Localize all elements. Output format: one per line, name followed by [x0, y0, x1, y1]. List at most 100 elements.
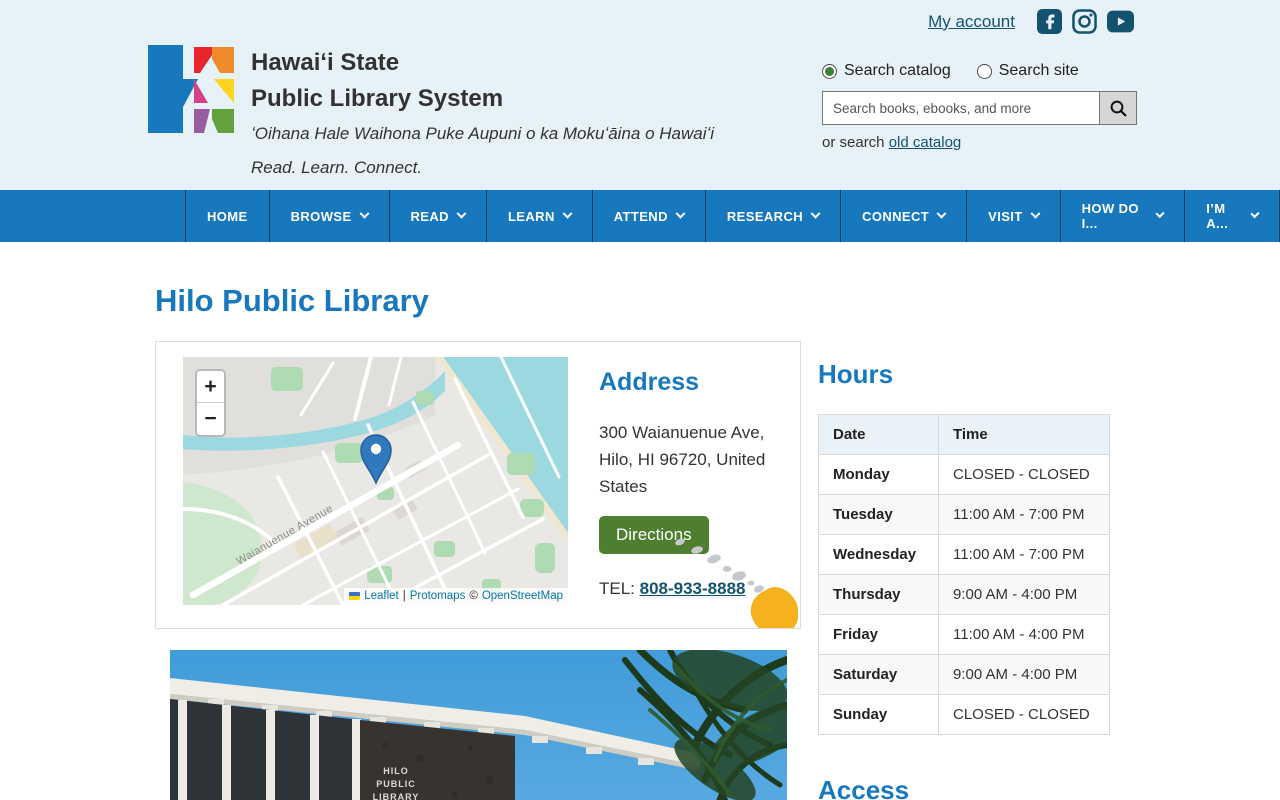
- chevron-down-icon: [1250, 208, 1260, 218]
- chevron-down-icon: [562, 208, 573, 219]
- time-cell: 9:00 AM - 4:00 PM: [938, 654, 1110, 695]
- nav-label: VISIT: [988, 208, 1023, 224]
- hours-heading: Hours: [818, 359, 894, 389]
- ukraine-flag-icon: [349, 592, 361, 600]
- protomaps-link[interactable]: Protomaps: [410, 590, 466, 602]
- social-links: [1037, 9, 1134, 34]
- day-cell: Monday: [818, 454, 939, 495]
- zoom-in-button[interactable]: +: [197, 371, 224, 403]
- day-cell: Friday: [818, 614, 939, 655]
- nav-label: BROWSE: [290, 208, 352, 224]
- nav-item-home[interactable]: HOME: [185, 190, 270, 242]
- table-row: Tuesday 11:00 AM - 7:00 PM: [818, 494, 1110, 535]
- youtube-icon[interactable]: [1107, 9, 1134, 34]
- building-sign-line2: PUBLIC: [376, 779, 416, 789]
- radio-search-catalog[interactable]: Search catalog: [822, 62, 951, 80]
- time-cell: CLOSED - CLOSED: [938, 694, 1110, 735]
- chevron-down-icon: [810, 208, 821, 219]
- openstreetmap-link[interactable]: OpenStreetMap: [482, 590, 563, 602]
- branding[interactable]: Hawaiʻi State Public Library System ʻOih…: [148, 45, 714, 178]
- nav-item-attend[interactable]: ATTEND: [593, 190, 706, 242]
- site-title-line1: Hawaiʻi State: [251, 49, 400, 76]
- search-type-radios: Search catalog Search site: [822, 62, 1138, 80]
- time-cell: 9:00 AM - 4:00 PM: [938, 574, 1110, 615]
- time-cell: CLOSED - CLOSED: [938, 454, 1110, 495]
- main-nav: HOME BROWSE READ LEARN ATTEND RESEARCH C…: [0, 190, 1280, 242]
- search-area: Search catalog Search site or search old…: [822, 62, 1138, 151]
- address-text: 300 Waianuenue Ave, Hilo, HI 96720, Unit…: [599, 423, 766, 496]
- phone-link[interactable]: 808-933-8888: [640, 579, 746, 598]
- day-cell: Thursday: [818, 574, 939, 615]
- attr-copyright: ©: [469, 590, 478, 602]
- chevron-down-icon: [359, 208, 369, 219]
- tel-prefix: TEL:: [599, 579, 640, 598]
- nav-item-learn[interactable]: LEARN: [487, 190, 593, 242]
- nav-label: I’M A...: [1206, 201, 1229, 231]
- address-block: Address 300 Waianuenue Ave, Hilo, HI 967…: [599, 368, 784, 599]
- nav-item-research[interactable]: RESEARCH: [706, 190, 842, 242]
- site-title-line2: Public Library System: [251, 85, 504, 112]
- attr-separator: |: [402, 590, 406, 602]
- address-heading: Address: [599, 368, 700, 396]
- nav-item-browse[interactable]: BROWSE: [270, 190, 390, 242]
- nav-label: LEARN: [507, 208, 555, 224]
- time-cell: 11:00 AM - 7:00 PM: [938, 494, 1110, 535]
- day-cell: Saturday: [818, 654, 939, 695]
- zoom-out-button[interactable]: −: [197, 403, 224, 435]
- chevron-down-icon: [1155, 208, 1165, 218]
- hours-table: Date Time Monday CLOSED - CLOSED Tuesday 1…: [818, 414, 1110, 735]
- time-cell: 11:00 AM - 7:00 PM: [938, 534, 1110, 575]
- library-logo-icon: [148, 45, 234, 133]
- radio-unselected-icon[interactable]: [976, 63, 992, 79]
- search-input[interactable]: [822, 91, 1100, 125]
- table-row: Friday 11:00 AM - 4:00 PM: [818, 614, 1110, 655]
- instagram-icon[interactable]: [1072, 9, 1097, 34]
- nav-label: CONNECT: [862, 208, 930, 224]
- leaflet-link[interactable]: Leaflet: [364, 590, 399, 602]
- chevron-down-icon: [1030, 208, 1041, 219]
- radio-search-catalog-label: Search catalog: [844, 62, 951, 79]
- search-row: [822, 91, 1138, 125]
- magnifier-icon: [1110, 100, 1127, 117]
- building-sign-line3: LIBRARY: [373, 792, 420, 800]
- library-photo: HILO PUBLIC LIBRARY: [170, 650, 787, 800]
- map[interactable]: Waianuenue Avenue + − Leaflet | Protomap…: [183, 357, 568, 605]
- old-catalog-link[interactable]: old catalog: [889, 134, 962, 151]
- nav-label: RESEARCH: [726, 208, 804, 224]
- chevron-down-icon: [675, 208, 686, 219]
- main-content: Hilo Public Library Waianuenue Avenue + …: [0, 283, 1280, 800]
- nav-item-how-do-i[interactable]: HOW DO I...: [1061, 190, 1186, 242]
- directions-button[interactable]: Directions: [599, 516, 709, 554]
- search-button[interactable]: [1100, 91, 1137, 125]
- table-row: Monday CLOSED - CLOSED: [818, 454, 1110, 495]
- day-cell: Sunday: [818, 694, 939, 735]
- col-header-date: Date: [818, 414, 939, 455]
- site-header: My account Hawaiʻi State Public Library …: [0, 0, 1280, 190]
- map-attribution: Leaflet | Protomaps © OpenStreetMap: [344, 588, 568, 605]
- nav-label: HOME: [207, 208, 248, 224]
- building-sign-line1: HILO: [383, 766, 409, 776]
- right-column: Hours Date Time Monday CLOSED - CLOSED Tu…: [818, 341, 1110, 800]
- day-cell: Wednesday: [818, 534, 939, 575]
- radio-search-site[interactable]: Search site: [976, 62, 1079, 80]
- table-row: Thursday 9:00 AM - 4:00 PM: [818, 574, 1110, 615]
- nav-item-read[interactable]: READ: [390, 190, 487, 242]
- radio-selected-icon[interactable]: [822, 63, 837, 79]
- page-title: Hilo Public Library: [155, 283, 429, 318]
- location-card: Waianuenue Avenue + − Leaflet | Protomap…: [155, 341, 801, 629]
- left-column: Waianuenue Avenue + − Leaflet | Protomap…: [155, 341, 801, 800]
- map-tiles: Waianuenue Avenue: [183, 357, 568, 605]
- nav-item-im-a[interactable]: I’M A...: [1185, 190, 1280, 242]
- facebook-icon[interactable]: [1037, 9, 1062, 34]
- table-row: Saturday 9:00 AM - 4:00 PM: [818, 654, 1110, 695]
- col-header-time: Time: [938, 414, 1110, 455]
- access-heading: Access: [818, 775, 910, 800]
- nav-label: ATTEND: [613, 208, 668, 224]
- day-cell: Tuesday: [818, 494, 939, 535]
- utility-bar: My account: [928, 9, 1134, 34]
- nav-item-connect[interactable]: CONNECT: [841, 190, 968, 242]
- nav-item-visit[interactable]: VISIT: [967, 190, 1061, 242]
- tel-line: TEL: 808-933-8888: [599, 579, 784, 599]
- radio-search-site-label: Search site: [998, 62, 1079, 79]
- my-account-link[interactable]: My account: [928, 12, 1015, 32]
